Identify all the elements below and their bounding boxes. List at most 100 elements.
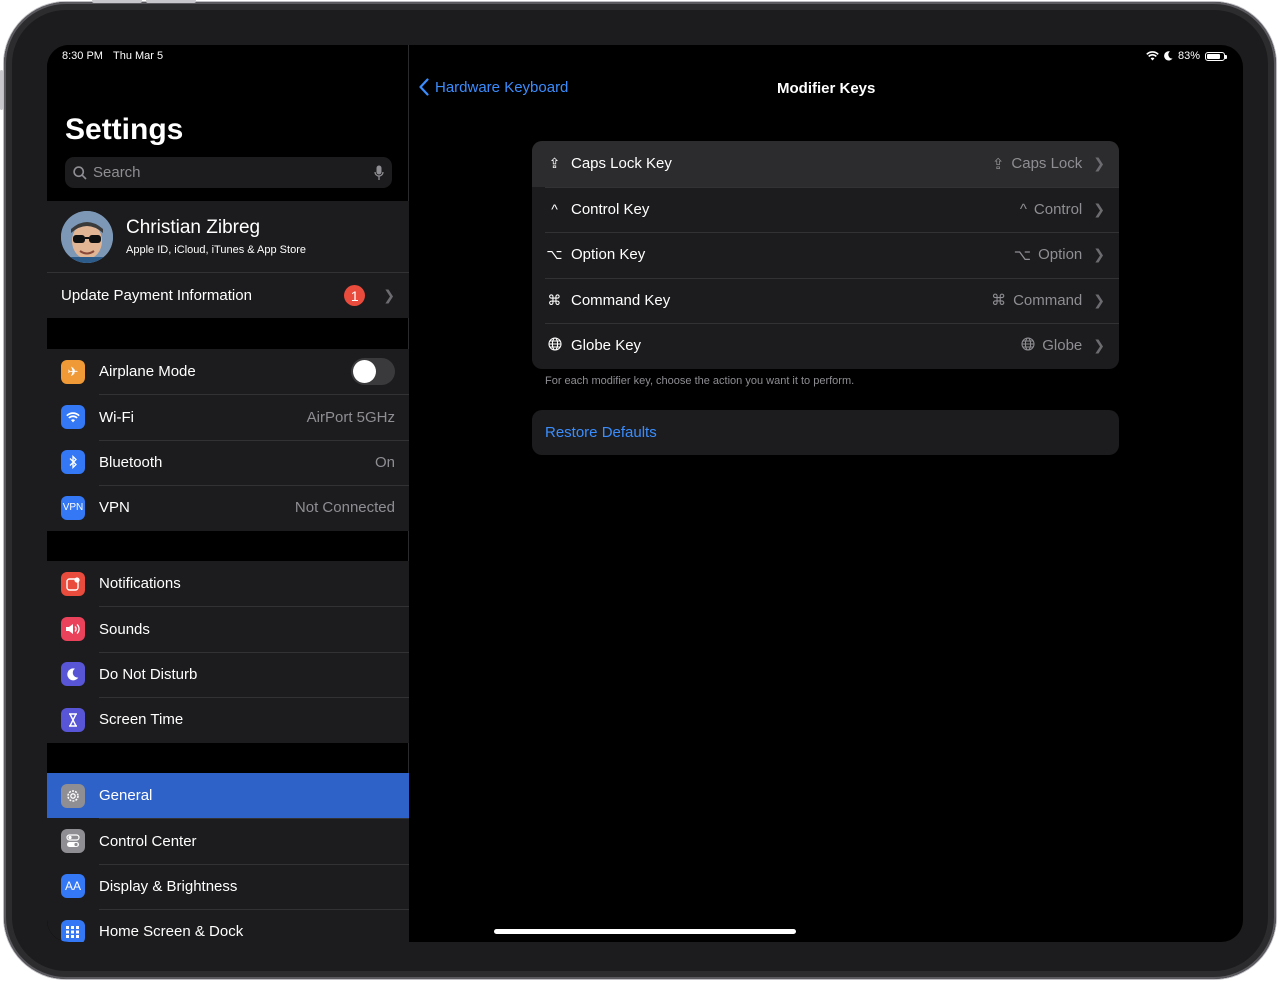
page-title: Modifier Keys bbox=[777, 80, 876, 97]
sidebar-item-general[interactable]: General bbox=[47, 773, 409, 819]
airplane-icon: ✈ bbox=[61, 359, 85, 384]
chevron-right-icon: ❯ bbox=[1093, 155, 1105, 172]
key-label: Control Key bbox=[571, 200, 650, 218]
status-time: 8:30 PM bbox=[62, 50, 103, 62]
home-indicator[interactable] bbox=[494, 929, 796, 934]
apple-id-profile[interactable]: Christian Zibreg Apple ID, iCloud, iTune… bbox=[47, 201, 409, 272]
vpn-icon: VPN bbox=[61, 495, 85, 520]
home-screen-icon bbox=[61, 919, 85, 942]
sidebar-item-label: VPN bbox=[99, 499, 130, 517]
gear-icon bbox=[61, 783, 85, 808]
chevron-right-icon: ❯ bbox=[1093, 200, 1105, 217]
key-label: Command Key bbox=[571, 291, 671, 309]
battery-icon bbox=[1205, 51, 1227, 61]
option-icon: ⌥ bbox=[1013, 246, 1032, 264]
sidebar-item-sounds[interactable]: Sounds bbox=[47, 606, 409, 651]
back-button[interactable]: Hardware Keyboard bbox=[419, 78, 568, 96]
sidebar-item-label: Sounds bbox=[99, 620, 150, 638]
screen: 8:30 PM Thu Mar 5 83% Settings Search Ch… bbox=[47, 45, 1243, 942]
globe-icon bbox=[546, 337, 563, 354]
wifi-value: AirPort 5GHz bbox=[306, 408, 395, 426]
notifications-icon bbox=[61, 571, 85, 596]
top-button-left bbox=[92, 0, 142, 3]
control-center-icon bbox=[61, 829, 85, 854]
sidebar-item-label: Control Center bbox=[99, 832, 197, 850]
microphone-icon[interactable] bbox=[374, 165, 384, 181]
caps-lock-icon: ⇪ bbox=[991, 155, 1005, 173]
status-bar: 8:30 PM Thu Mar 5 83% bbox=[47, 45, 1243, 69]
restore-defaults-button[interactable]: Restore Defaults bbox=[532, 410, 1119, 455]
top-button-right bbox=[146, 0, 196, 3]
back-button-label: Hardware Keyboard bbox=[435, 78, 569, 96]
sidebar-item-airplane-mode[interactable]: ✈ Airplane Mode bbox=[47, 349, 409, 394]
globe-icon bbox=[1021, 337, 1035, 355]
sidebar-title: Settings bbox=[65, 113, 184, 146]
sidebar-item-home-screen-dock[interactable]: Home Screen & Dock bbox=[47, 909, 409, 942]
connectivity-group: ✈ Airplane Mode Wi-Fi AirPort 5GHz Bluet… bbox=[47, 349, 409, 531]
caps-lock-icon: ⇪ bbox=[548, 155, 561, 172]
battery-percent: 83% bbox=[1177, 50, 1200, 62]
sidebar-item-label: Bluetooth bbox=[99, 453, 163, 471]
wifi-icon bbox=[1146, 51, 1159, 61]
sidebar-item-label: Airplane Mode bbox=[99, 363, 196, 381]
command-icon: ⌘ bbox=[547, 291, 562, 308]
control-key-row[interactable]: ^ Control Key ^ Control ❯ bbox=[532, 186, 1119, 233]
update-payment-row[interactable]: Update Payment Information 1 ❯ bbox=[47, 272, 409, 318]
speaker-icon bbox=[61, 617, 85, 642]
command-icon: ⌘ bbox=[991, 292, 1007, 310]
sidebar-item-wifi[interactable]: Wi-Fi AirPort 5GHz bbox=[47, 394, 409, 439]
update-payment-label: Update Payment Information bbox=[61, 287, 252, 304]
search-input[interactable]: Search bbox=[65, 157, 392, 188]
sidebar-item-bluetooth[interactable]: Bluetooth On bbox=[47, 439, 409, 485]
sidebar-item-label: Screen Time bbox=[99, 711, 184, 729]
sidebar-item-label: Wi-Fi bbox=[99, 408, 134, 426]
status-right: 83% bbox=[1146, 50, 1227, 62]
key-label: Caps Lock Key bbox=[571, 155, 672, 173]
sidebar-item-notifications[interactable]: Notifications bbox=[47, 561, 409, 606]
option-key-row[interactable]: ⌥ Option Key ⌥ Option ❯ bbox=[532, 232, 1119, 278]
hourglass-icon bbox=[61, 707, 85, 732]
avatar bbox=[61, 210, 113, 263]
sidebar-item-label: Notifications bbox=[99, 575, 181, 593]
sidebar-item-label: Home Screen & Dock bbox=[99, 923, 244, 941]
sidebar-item-label: Do Not Disturb bbox=[99, 665, 198, 683]
search-icon bbox=[73, 165, 87, 180]
moon-icon bbox=[1164, 51, 1173, 61]
volume-button bbox=[0, 70, 3, 110]
key-label: Option Key bbox=[571, 246, 646, 264]
chevron-right-icon: ❯ bbox=[1093, 291, 1105, 308]
modifier-keys-footnote: For each modifier key, choose the action… bbox=[545, 375, 855, 387]
profile-name: Christian Zibreg bbox=[126, 217, 261, 238]
chevron-right-icon: ❯ bbox=[1093, 337, 1105, 354]
modifier-keys-list: ⇪ Caps Lock Key ⇪ Caps Lock ❯ ^ Control … bbox=[532, 141, 1119, 369]
key-label: Globe Key bbox=[571, 337, 642, 355]
caps-lock-key-row[interactable]: ⇪ Caps Lock Key ⇪ Caps Lock ❯ bbox=[532, 141, 1119, 187]
command-key-row[interactable]: ⌘ Command Key ⌘ Command ❯ bbox=[532, 277, 1119, 324]
sidebar-item-control-center[interactable]: Control Center bbox=[47, 818, 409, 863]
key-value: Globe bbox=[1042, 337, 1083, 355]
control-icon: ^ bbox=[1019, 200, 1027, 218]
ipad-frame: 8:30 PM Thu Mar 5 83% Settings Search Ch… bbox=[4, 0, 1276, 979]
chevron-left-icon bbox=[419, 78, 429, 96]
moon-icon bbox=[61, 662, 85, 687]
airplane-mode-toggle[interactable] bbox=[351, 358, 395, 386]
profile-group: Christian Zibreg Apple ID, iCloud, iTune… bbox=[47, 201, 409, 318]
sidebar-item-do-not-disturb[interactable]: Do Not Disturb bbox=[47, 651, 409, 697]
globe-key-row[interactable]: Globe Key Globe ❯ bbox=[532, 323, 1119, 369]
notification-badge: 1 bbox=[344, 285, 366, 306]
bluetooth-value: On bbox=[374, 453, 395, 471]
general-group: General Control Center AA Display & Brig… bbox=[47, 773, 409, 942]
sidebar-item-label: Display & Brightness bbox=[99, 877, 238, 895]
key-value: Option bbox=[1038, 246, 1083, 264]
option-icon: ⌥ bbox=[546, 246, 563, 263]
sidebar-item-display-brightness[interactable]: AA Display & Brightness bbox=[47, 863, 409, 909]
key-value: Caps Lock bbox=[1011, 155, 1083, 173]
search-placeholder: Search bbox=[93, 164, 141, 181]
sidebar-item-screen-time[interactable]: Screen Time bbox=[47, 697, 409, 742]
restore-defaults-card: Restore Defaults bbox=[532, 410, 1119, 455]
sidebar-item-vpn[interactable]: VPN VPN Not Connected bbox=[47, 485, 409, 530]
settings-sidebar: Settings Search Christian Zibreg Apple I… bbox=[47, 45, 409, 942]
status-date: Thu Mar 5 bbox=[113, 50, 164, 62]
bluetooth-icon bbox=[61, 450, 85, 475]
chevron-right-icon: ❯ bbox=[383, 287, 395, 303]
